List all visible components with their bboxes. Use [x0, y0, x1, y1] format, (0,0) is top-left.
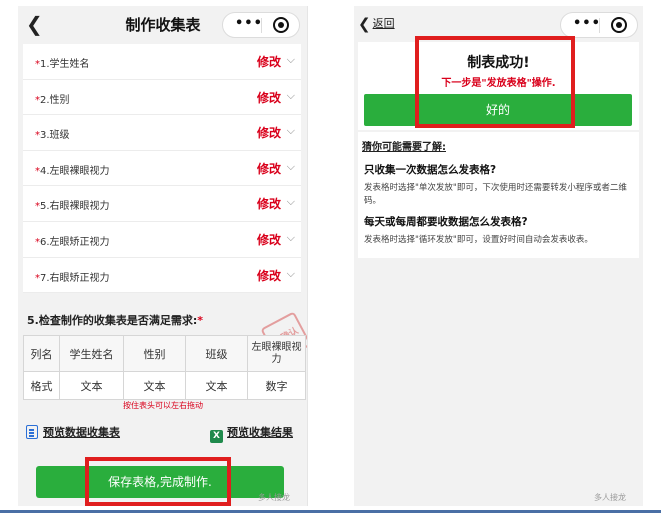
field-label: *5.右眼裸眼视力 [35, 201, 110, 213]
field-row[interactable]: *3.班级 修改 ⌵ [23, 115, 301, 151]
table-header-row: 列名 学生姓名 性别 班级 左眼裸眼视力 [23, 335, 306, 372]
back-link[interactable]: ❮ 返回 [358, 15, 395, 33]
edit-button[interactable]: 修改 [257, 124, 281, 141]
edit-button[interactable]: 修改 [257, 89, 281, 106]
table-header[interactable]: 学生姓名 [59, 335, 124, 372]
edit-button[interactable]: 修改 [257, 267, 281, 284]
mini-program-capsule: ••• [560, 12, 638, 38]
field-row[interactable]: *6.左眼矫正视力 修改 ⌵ [23, 221, 301, 258]
edit-button[interactable]: 修改 [257, 160, 281, 177]
field-row[interactable]: *1.学生姓名 修改 ⌵ [23, 44, 301, 80]
field-row[interactable]: *4.左眼裸眼视力 修改 ⌵ [23, 150, 301, 187]
watermark: 多人接龙 [594, 493, 626, 502]
drag-hint: 按住表头可以左右拖动 [123, 401, 203, 410]
check-question: 5.检查制作的收集表是否满足需求:* [27, 314, 203, 327]
target-icon[interactable] [611, 17, 627, 33]
preview-result-label: 预览收集结果 [227, 426, 293, 439]
capsule-divider [599, 18, 600, 33]
faq-question: 每天或每周都要收数据怎么发表格? [364, 216, 528, 228]
chevron-down-icon[interactable]: ⌵ [287, 231, 295, 245]
highlight-box [415, 36, 575, 128]
table-cell: 文本 [59, 371, 124, 400]
edit-button[interactable]: 修改 [257, 231, 281, 248]
more-dots-icon[interactable]: ••• [235, 16, 263, 31]
mini-program-capsule: ••• [222, 12, 300, 38]
document-icon [26, 425, 38, 439]
field-label: *3.班级 [35, 130, 70, 142]
table-cell: 数字 [247, 371, 306, 400]
faq-panel: 猜你可能需要了解: 只收集一次数据怎么发表格? 发表格时选择"单次发放"即可，下… [358, 132, 639, 258]
highlight-box [85, 457, 231, 506]
target-icon[interactable] [273, 17, 289, 33]
faq-question: 只收集一次数据怎么发表格? [364, 164, 497, 176]
table-cell: 文本 [185, 371, 248, 400]
chevron-down-icon[interactable]: ⌵ [287, 267, 295, 281]
field-label: *2.性别 [35, 94, 70, 106]
table-header[interactable]: 左眼裸眼视力 [247, 335, 306, 372]
table-cell: 格式 [23, 371, 60, 400]
chevron-down-icon[interactable]: ⌵ [287, 53, 295, 67]
more-dots-icon[interactable]: ••• [573, 16, 601, 31]
success-screen: ❮ 返回 ••• 制表成功! 下一步是"发放表格"操作. 好的 猜你可能需要了解:… [354, 6, 643, 506]
screenshot-stage: ❮ 制作收集表 ••• *1.学生姓名 修改 ⌵ *2.性别 修改 ⌵ *3.班… [0, 0, 661, 516]
chevron-down-icon[interactable]: ⌵ [287, 89, 295, 103]
preview-table[interactable]: 列名 学生姓名 性别 班级 左眼裸眼视力 格式 文本 文本 文本 数字 [23, 335, 306, 400]
table-header[interactable]: 班级 [185, 335, 248, 372]
table-row: 格式 文本 文本 文本 数字 [23, 371, 306, 400]
field-label: *6.左眼矫正视力 [35, 236, 110, 248]
preview-result-link[interactable]: X 预览收集结果 [210, 424, 293, 443]
faq-heading[interactable]: 猜你可能需要了解: [362, 138, 446, 153]
watermark: 多人接龙 [258, 493, 290, 502]
chevron-down-icon[interactable]: ⌵ [287, 124, 295, 138]
chevron-left-icon: ❮ [358, 15, 371, 33]
chevron-down-icon[interactable]: ⌵ [287, 160, 295, 174]
field-label: *7.右眼矫正视力 [35, 272, 110, 284]
excel-icon: X [210, 430, 223, 443]
table-header[interactable]: 性别 [123, 335, 186, 372]
edit-button[interactable]: 修改 [257, 53, 281, 70]
field-label: *4.左眼裸眼视力 [35, 165, 110, 177]
chevron-down-icon[interactable]: ⌵ [287, 195, 295, 209]
bottom-divider [0, 510, 661, 513]
table-header[interactable]: 列名 [23, 335, 60, 372]
preview-form-label: 预览数据收集表 [43, 426, 120, 439]
edit-button[interactable]: 修改 [257, 195, 281, 212]
field-label: *1.学生姓名 [35, 59, 90, 70]
capsule-divider [261, 18, 262, 33]
faq-answer: 发表格时选择"单次发放"即可，下次使用时还需要转发小程序或者二维码。 [364, 183, 627, 206]
preview-form-link[interactable]: 预览数据收集表 [26, 424, 120, 440]
form-builder-screen: ❮ 制作收集表 ••• *1.学生姓名 修改 ⌵ *2.性别 修改 ⌵ *3.班… [18, 6, 308, 506]
field-row[interactable]: *7.右眼矫正视力 修改 ⌵ [23, 257, 301, 294]
table-cell: 文本 [123, 371, 186, 400]
nav-bar: ❮ 制作收集表 ••• [18, 6, 307, 42]
faq-answer: 发表格时选择"循环发放"即可，设置好时间自动会发表收表。 [364, 235, 593, 245]
field-row[interactable]: *5.右眼裸眼视力 修改 ⌵ [23, 186, 301, 222]
field-row[interactable]: *2.性别 修改 ⌵ [23, 79, 301, 116]
field-list: *1.学生姓名 修改 ⌵ *2.性别 修改 ⌵ *3.班级 修改 ⌵ *4.左眼… [23, 44, 301, 294]
